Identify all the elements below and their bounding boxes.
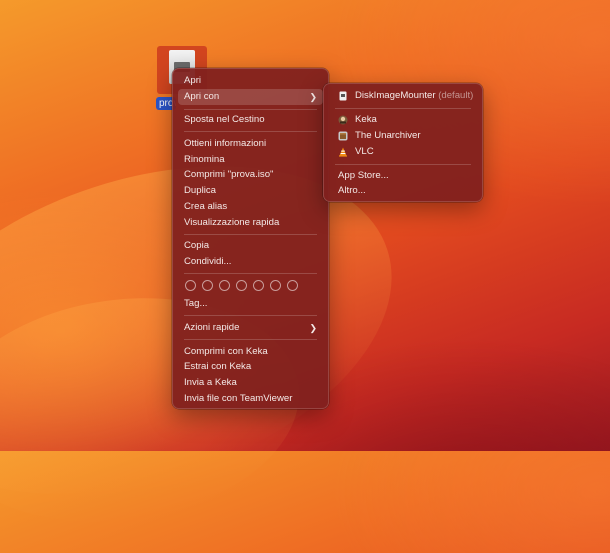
- menu-separator: [184, 109, 317, 110]
- menu-item-get-info[interactable]: Ottieni informazioni: [178, 136, 323, 152]
- chevron-right-icon: ❯: [309, 92, 317, 102]
- submenu-item-vlc[interactable]: VLC: [329, 144, 477, 160]
- tag-circle-icon[interactable]: [287, 280, 298, 291]
- menu-item-open-with-label: Apri con: [184, 91, 220, 102]
- menu-item-quick-look[interactable]: Visualizzazione rapida: [178, 215, 323, 231]
- submenu-item-other[interactable]: Altro...: [329, 183, 477, 199]
- menu-item-open[interactable]: Apri: [178, 73, 323, 89]
- menu-separator: [184, 339, 317, 340]
- menu-item-make-alias[interactable]: Crea alias: [178, 199, 323, 215]
- tag-circle-icon[interactable]: [185, 280, 196, 291]
- menu-item-compress[interactable]: Comprimi "prova.iso": [178, 167, 323, 183]
- menu-separator: [335, 164, 471, 165]
- submenu-item-keka[interactable]: Keka: [329, 112, 477, 128]
- menu-item-open-with[interactable]: Apri con ❯: [178, 89, 323, 105]
- menu-item-extract-keka[interactable]: Estrai con Keka: [178, 359, 323, 375]
- menu-item-duplicate[interactable]: Duplica: [178, 183, 323, 199]
- menu-item-quick-actions-label: Azioni rapide: [184, 322, 240, 333]
- submenu-item-app-store[interactable]: App Store...: [329, 168, 477, 184]
- menu-item-move-to-trash[interactable]: Sposta nel Cestino: [178, 112, 323, 128]
- menu-item-quick-actions[interactable]: Azioni rapide ❯: [178, 320, 323, 336]
- menu-separator: [335, 108, 471, 109]
- tag-circle-icon[interactable]: [253, 280, 264, 291]
- menu-separator: [184, 131, 317, 132]
- default-app-suffix: (default): [438, 90, 474, 101]
- submenu-item-diskimagemounter[interactable]: DiskImageMounter (default): [329, 88, 477, 104]
- tag-circle-icon[interactable]: [270, 280, 281, 291]
- default-app-name: DiskImageMounter: [355, 90, 436, 101]
- tag-circle-icon[interactable]: [219, 280, 230, 291]
- context-menu: Apri Apri con ❯ Sposta nel Cestino Ottie…: [172, 68, 329, 409]
- menu-item-rename[interactable]: Rinomina: [178, 152, 323, 168]
- tag-circle-icon[interactable]: [202, 280, 213, 291]
- menu-separator: [184, 234, 317, 235]
- tag-circle-icon[interactable]: [236, 280, 247, 291]
- unarchiver-icon: [338, 131, 348, 141]
- menu-item-copy[interactable]: Copia: [178, 238, 323, 254]
- menu-item-tags[interactable]: Tag...: [178, 296, 323, 312]
- menu-item-send-teamviewer[interactable]: Invia file con TeamViewer: [178, 391, 323, 407]
- vlc-cone-icon: [339, 147, 347, 157]
- submenu-item-the-unarchiver[interactable]: The Unarchiver: [329, 128, 477, 144]
- chevron-right-icon: ❯: [309, 323, 317, 333]
- menu-item-share[interactable]: Condividi...: [178, 254, 323, 270]
- disk-image-icon: [339, 91, 347, 101]
- menu-separator: [184, 315, 317, 316]
- app-name: VLC: [355, 146, 374, 157]
- app-name: The Unarchiver: [355, 130, 421, 141]
- menu-separator: [184, 273, 317, 274]
- open-with-submenu: DiskImageMounter (default) Keka The Unar…: [323, 83, 483, 202]
- menu-item-send-keka[interactable]: Invia a Keka: [178, 375, 323, 391]
- menu-item-compress-keka[interactable]: Comprimi con Keka: [178, 344, 323, 360]
- keka-icon: [338, 115, 348, 125]
- app-name: Keka: [355, 114, 377, 125]
